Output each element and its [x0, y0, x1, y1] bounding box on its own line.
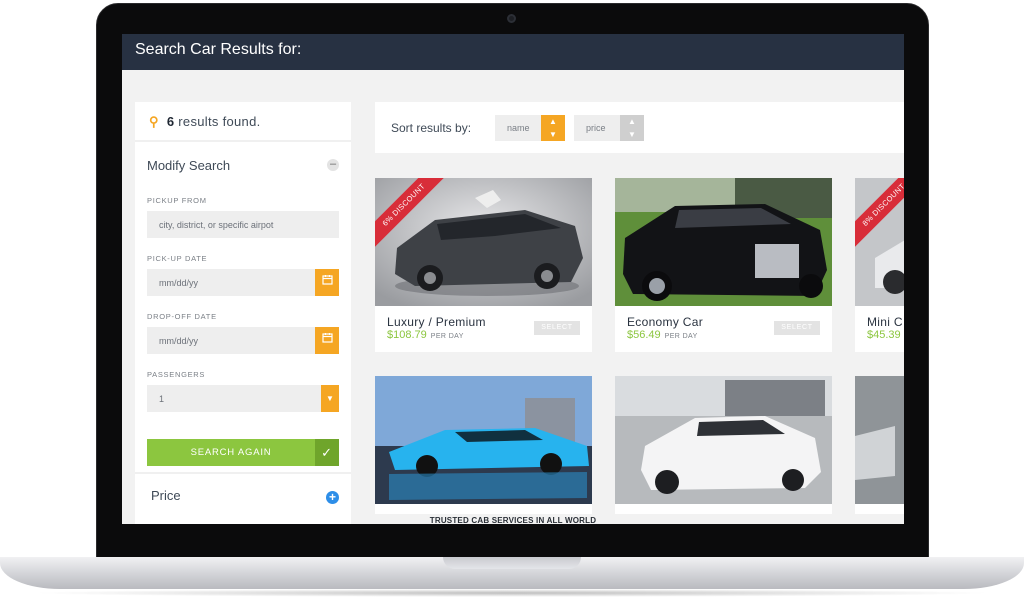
- pickup-from-input[interactable]: city, district, or specific airpot: [147, 211, 339, 238]
- calendar-icon[interactable]: [315, 269, 339, 296]
- pickup-date-placeholder: mm/dd/yy: [159, 278, 199, 288]
- laptop-base-notch: [443, 557, 581, 569]
- search-sidebar: ⚲ 6 results found. Modify Search – PICKUP…: [135, 102, 351, 524]
- search-icon: ⚲: [149, 114, 159, 129]
- passengers-value: 1: [159, 394, 165, 404]
- search-again-label: SEARCH AGAIN: [190, 447, 272, 458]
- car-name: Mini C: [867, 315, 903, 329]
- expand-plus-icon[interactable]: +: [326, 491, 339, 504]
- sort-label: Sort results by:: [391, 121, 472, 135]
- sort-by-name-select[interactable]: name ▲ ▼: [495, 115, 565, 141]
- car-image-blue-supercar: [375, 376, 592, 504]
- pickup-date-label: PICK-UP DATE: [147, 254, 208, 263]
- calendar-icon[interactable]: [315, 327, 339, 354]
- dropoff-date-placeholder: mm/dd/yy: [159, 336, 199, 346]
- laptop-shadow: [30, 589, 994, 597]
- car-name: Luxury / Premium: [387, 315, 486, 329]
- car-price: $108.79 PER DAY: [387, 329, 464, 341]
- checkmark-icon: ✓: [315, 439, 339, 466]
- car-price-unit: PER DAY: [664, 333, 698, 340]
- modify-search-header[interactable]: Modify Search –: [147, 158, 339, 180]
- car-card-partial[interactable]: [855, 376, 904, 514]
- car-card-jaguar[interactable]: [615, 376, 832, 514]
- page-title: Search Car Results for:: [122, 34, 904, 70]
- dropoff-date-input[interactable]: mm/dd/yy: [147, 327, 339, 354]
- sort-arrows-icon: ▲ ▼: [541, 115, 565, 141]
- sort-bar: Sort results by: name ▲ ▼ price ▲ ▼: [375, 102, 904, 153]
- car-price: $45.39: [867, 329, 901, 341]
- collapse-icon[interactable]: –: [327, 159, 339, 171]
- car-price-value: $56.49: [627, 329, 661, 341]
- results-count: 6: [166, 114, 175, 129]
- modify-search-title: Modify Search: [147, 158, 231, 173]
- results-text: results found.: [178, 114, 261, 129]
- dropoff-date-label: DROP-OFF DATE: [147, 312, 217, 321]
- pickup-date-input[interactable]: mm/dd/yy: [147, 269, 339, 296]
- car-price-value: $45.39: [867, 329, 901, 341]
- results-summary: ⚲ 6 results found.: [135, 102, 351, 142]
- car-card-mini[interactable]: 8% DISCOUNT Mini C $45.39: [855, 178, 904, 352]
- app-screen: Search Car Results for: ⚲ 6 results found…: [122, 34, 904, 524]
- sort-option-name: name: [507, 123, 530, 133]
- pickup-from-placeholder: city, district, or specific airpot: [159, 220, 274, 230]
- price-filter-title: Price: [151, 488, 181, 503]
- car-price: $56.49 PER DAY: [627, 329, 698, 341]
- car-image-white-jaguar: [615, 376, 832, 504]
- passengers-select[interactable]: 1 ▼: [147, 385, 339, 412]
- car-price-unit: PER DAY: [430, 333, 464, 340]
- select-car-button[interactable]: SELECT: [534, 321, 580, 335]
- car-card-luxury[interactable]: 6% DISCOUNT Luxury / Premium $108.79 PER …: [375, 178, 592, 352]
- modify-search-panel: Modify Search – PICKUP FROM city, distri…: [135, 142, 351, 466]
- webcam-icon: [507, 14, 516, 23]
- sort-arrows-icon: ▲ ▼: [620, 115, 644, 141]
- car-image-black-sedan: [615, 178, 832, 306]
- car-card-economy[interactable]: Economy Car $56.49 PER DAY SELECT: [615, 178, 832, 352]
- chevron-down-icon[interactable]: ▼: [321, 385, 339, 412]
- car-image-silver-car: [855, 376, 904, 504]
- passengers-label: PASSENGERS: [147, 370, 206, 379]
- sort-option-price: price: [586, 123, 606, 133]
- car-name: Economy Car: [627, 315, 703, 329]
- footer-tagline: TRUSTED CAB SERVICES IN ALL WORLD: [429, 516, 597, 524]
- car-card-sports[interactable]: [375, 376, 592, 514]
- select-car-button[interactable]: SELECT: [774, 321, 820, 335]
- car-price-value: $108.79: [387, 329, 427, 341]
- pickup-from-label: PICKUP FROM: [147, 196, 207, 205]
- search-again-button[interactable]: SEARCH AGAIN ✓: [147, 439, 339, 466]
- sort-by-price-select[interactable]: price ▲ ▼: [574, 115, 644, 141]
